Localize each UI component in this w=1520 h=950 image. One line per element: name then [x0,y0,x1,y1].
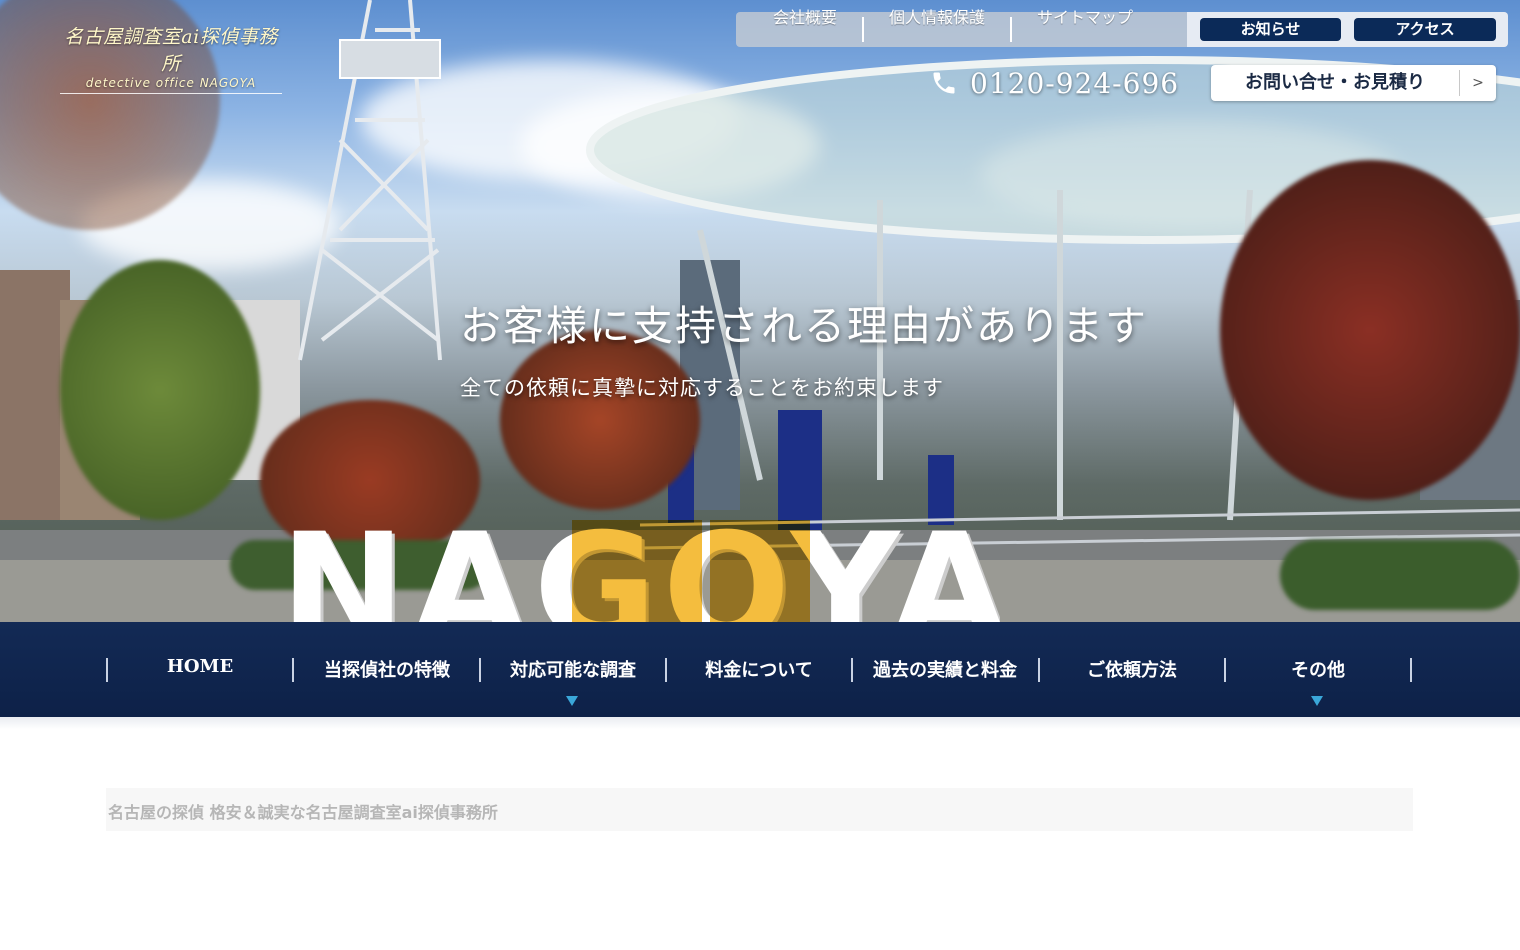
utility-divider [862,17,864,42]
site-logo[interactable]: 名古屋調査室ai探偵事務所 detective office NAGOYA [60,22,282,94]
logo-subtitle: detective office NAGOYA [85,76,257,90]
nav-divider [1410,658,1412,682]
utility-link-company[interactable]: 会社概要 [752,0,858,35]
nav-label: HOME [166,656,234,677]
tree [1220,160,1520,500]
nav-item-investigations[interactable]: 対応可能な調査 [480,622,666,717]
hero-subline: 全ての依頼に真摯に対応することをお約束します [460,376,944,400]
tree [60,260,260,520]
hedge [1280,540,1520,610]
tree [500,330,700,510]
nagoya-sign: NAGOYA [280,510,1000,622]
main-nav: HOME 当探偵社の特徴 対応可能な調査 料金について 過去の実績と料金 ご依頼… [0,622,1520,717]
nav-item-pricing[interactable]: 料金について [666,622,852,717]
nav-item-home[interactable]: HOME [107,622,293,717]
sign-yellow-g [572,520,702,622]
phone-number: 0120-924-696 [970,66,1180,100]
nav-item-other[interactable]: その他 [1225,622,1411,717]
nav-label: 過去の実績と料金 [873,660,1017,681]
cta-label: お問い合せ・お見積り [1245,72,1425,93]
hero-headline: お客様に支持される理由があります [460,302,1148,350]
sign-yellow-o [710,520,810,622]
nav-item-features[interactable]: 当探偵社の特徴 [294,622,480,717]
nav-label: ご依頼方法 [1087,660,1177,681]
utility-link-privacy[interactable]: 個人情報保護 [866,0,1008,35]
chevron-right-icon: > [1459,70,1496,96]
nav-item-results[interactable]: 過去の実績と料金 [852,622,1038,717]
nav-item-how-to-request[interactable]: ご依頼方法 [1039,622,1225,717]
breadcrumb: 名古屋の探偵 格安＆誠実な名古屋調査室ai探偵事務所 [106,788,1413,831]
nav-label: 料金について [705,660,813,681]
contact-estimate-button[interactable]: お問い合せ・お見積り > [1211,65,1496,101]
breadcrumb-text: 名古屋の探偵 格安＆誠実な名古屋調査室ai探偵事務所 [108,803,498,822]
hero-image: NAGOYA 名古屋調査室ai探偵事務所 detective office NA… [0,0,1520,622]
access-button[interactable]: アクセス [1354,18,1496,41]
caret-down-icon [566,696,578,706]
phone-contact[interactable]: 0120-924-696 [930,64,1179,102]
utility-link-sitemap[interactable]: サイトマップ [1014,0,1156,35]
caret-down-icon [1311,696,1323,706]
nav-label: 当探偵社の特徴 [324,660,450,681]
news-button[interactable]: お知らせ [1200,18,1341,41]
phone-icon [933,72,955,94]
logo-title: 名古屋調査室ai探偵事務所 [64,26,278,75]
nav-label: その他 [1291,660,1345,681]
nav-label: 対応可能な調査 [510,660,636,681]
nav-shadow [0,717,1520,729]
utility-divider [1010,17,1012,42]
